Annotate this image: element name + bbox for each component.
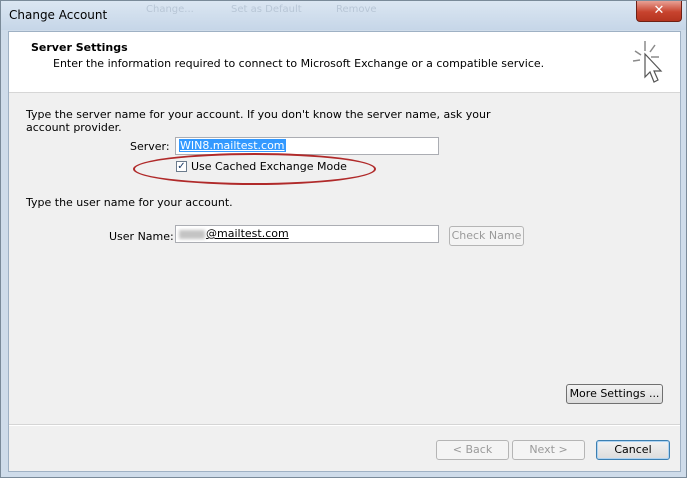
next-button[interactable]: Next > [512, 440, 585, 460]
server-instructions-line1: Type the server name for your account. I… [26, 108, 491, 121]
more-settings-button[interactable]: More Settings ... [566, 384, 663, 404]
wizard-cursor-icon [632, 41, 663, 83]
wizard-header: Server Settings Enter the information re… [9, 32, 680, 93]
back-button[interactable]: < Back [436, 440, 509, 460]
server-input[interactable]: WIN8.mailtest.com [175, 137, 439, 155]
ghost-toolbar-remove: Remove [336, 4, 377, 15]
user-name-input[interactable]: @mailtest.com [175, 225, 439, 243]
server-value: WIN8.mailtest.com [179, 139, 286, 152]
page-title: Server Settings [31, 41, 128, 54]
server-label: Server: [130, 140, 170, 153]
close-icon: ✕ [653, 3, 665, 18]
check-name-button[interactable]: Check Name [449, 226, 524, 246]
page-subtitle: Enter the information required to connec… [53, 57, 545, 70]
close-button[interactable]: ✕ [636, 1, 682, 22]
window-title: Change Account [9, 8, 108, 22]
server-instructions-line2: account provider. [26, 121, 122, 134]
ghost-toolbar-default: Set as Default [231, 4, 302, 15]
footer-divider [9, 424, 680, 426]
change-account-window: Change Account Change... Set as Default … [0, 0, 687, 478]
cancel-button[interactable]: Cancel [596, 440, 670, 460]
highlight-oval [133, 153, 376, 185]
user-name-value: @mailtest.com [206, 227, 289, 240]
redacted-username [179, 229, 205, 239]
title-bar: Change Account Change... Set as Default … [1, 1, 686, 30]
ghost-toolbar-change: Change... [146, 4, 194, 15]
dialog-client-area: Server Settings Enter the information re… [8, 31, 681, 472]
user-name-label: User Name: [109, 230, 174, 243]
user-instructions: Type the user name for your account. [26, 196, 233, 209]
